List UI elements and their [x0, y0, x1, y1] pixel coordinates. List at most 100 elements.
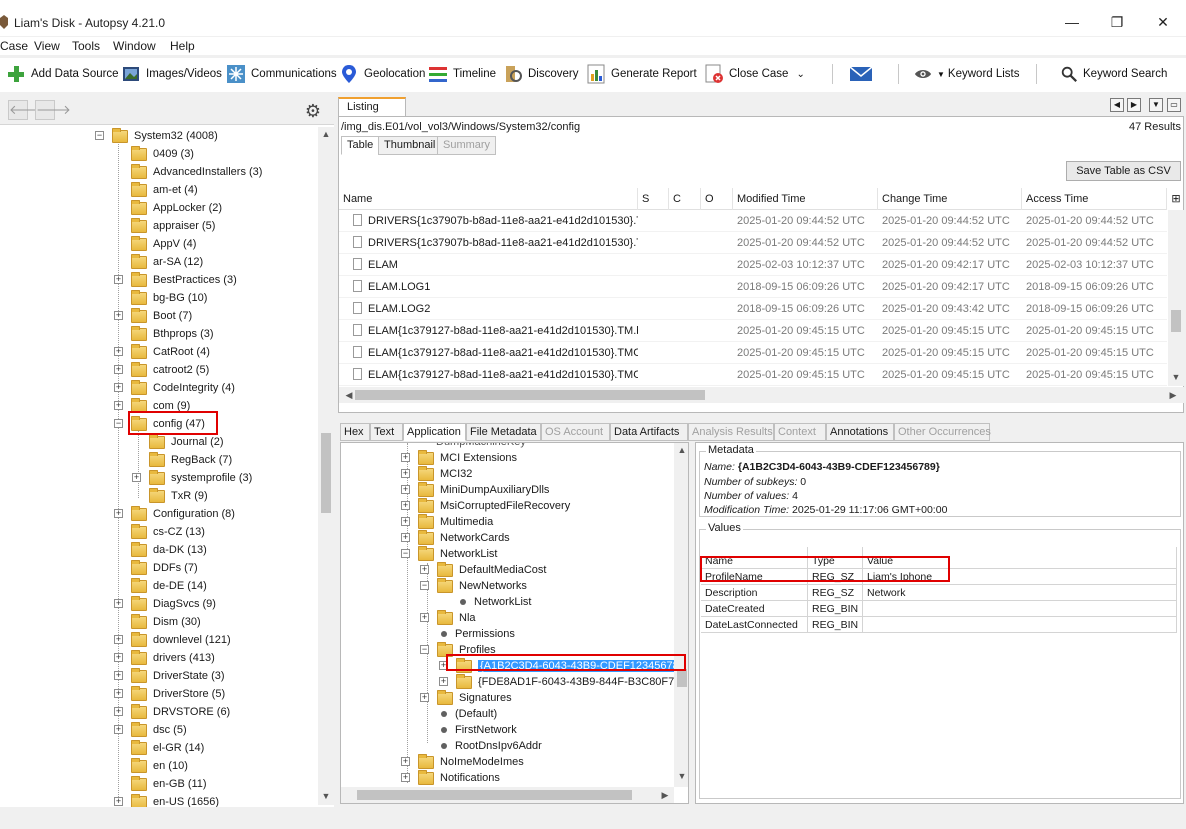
- tree-node[interactable]: + DriverStore (5): [114, 685, 225, 703]
- tree-node[interactable]: 0409 (3): [131, 145, 194, 163]
- registry-tree-scroll-thumb[interactable]: [677, 669, 687, 687]
- tree-node[interactable]: bg-BG (10): [131, 289, 207, 307]
- tab-thumbnail[interactable]: Thumbnail: [378, 136, 442, 155]
- keyword-search-button[interactable]: Keyword Search: [1060, 58, 1167, 90]
- value-name-cell[interactable]: DateLastConnected: [701, 617, 808, 633]
- menu-tools[interactable]: Tools: [72, 39, 100, 53]
- registry-key-node[interactable]: + MCI32: [401, 465, 472, 482]
- scroll-right-icon[interactable]: ▶: [657, 790, 673, 801]
- tree-node[interactable]: + BestPractices (3): [114, 271, 237, 289]
- expand-icon[interactable]: +: [401, 757, 410, 766]
- expand-icon[interactable]: +: [420, 693, 429, 702]
- expand-icon[interactable]: +: [401, 469, 410, 478]
- registry-key-node[interactable]: + MCI Extensions: [401, 449, 517, 466]
- add-data-source-button[interactable]: Add Data Source: [6, 58, 119, 90]
- table-row[interactable]: ELAM 2025-02-03 10:12:37 UTC 2025-01-20 09…: [339, 254, 1167, 276]
- expand-icon[interactable]: +: [114, 635, 123, 644]
- registry-key-node[interactable]: (Default): [437, 706, 497, 722]
- registry-tree-hscrollbar[interactable]: ▶: [341, 787, 674, 803]
- expand-icon[interactable]: +: [401, 773, 410, 782]
- expand-icon[interactable]: +: [420, 565, 429, 574]
- collapse-icon[interactable]: −: [420, 645, 429, 654]
- expand-icon[interactable]: +: [114, 347, 123, 356]
- collapse-icon[interactable]: −: [401, 549, 410, 558]
- expand-icon[interactable]: +: [401, 517, 410, 526]
- tree-node[interactable]: + catroot2 (5): [114, 361, 209, 379]
- tree-node[interactable]: cs-CZ (13): [131, 523, 205, 541]
- tree-node[interactable]: da-DK (13): [131, 541, 207, 559]
- tree-node[interactable]: RegBack (7): [149, 451, 232, 469]
- menu-view[interactable]: View: [34, 39, 60, 53]
- tree-node[interactable]: AppLocker (2): [131, 199, 222, 217]
- tree-node[interactable]: + DiagSvcs (9): [114, 595, 216, 613]
- tree-node[interactable]: + drivers (413): [114, 649, 215, 667]
- column-o[interactable]: O: [701, 188, 733, 210]
- collapse-icon[interactable]: −: [95, 131, 104, 140]
- table-row[interactable]: ELAM{1c379127-b8ad-11e8-aa21-e41d2d10153…: [339, 342, 1167, 364]
- tree-node[interactable]: de-DE (14): [131, 577, 207, 595]
- value-data-cell[interactable]: [863, 601, 1177, 617]
- expand-icon[interactable]: +: [401, 485, 410, 494]
- registry-key-node[interactable]: + NetworkCards: [401, 529, 510, 546]
- mail-button[interactable]: [849, 58, 878, 90]
- listing-vscrollbar[interactable]: ▼: [1168, 210, 1184, 386]
- collapse-icon[interactable]: −: [420, 581, 429, 590]
- scroll-down-icon[interactable]: ▼: [318, 791, 334, 801]
- value-name-cell[interactable]: DateCreated: [701, 601, 808, 617]
- expand-icon[interactable]: +: [401, 453, 410, 462]
- tree-node[interactable]: Journal (2): [149, 433, 224, 451]
- tree-node[interactable]: + Configuration (8): [114, 505, 235, 523]
- registry-key-node[interactable]: RootDnsIpv6Addr: [437, 738, 542, 754]
- tree-node[interactable]: el-GR (14): [131, 739, 204, 757]
- close-case-button[interactable]: Close Case ⌄: [704, 58, 805, 90]
- tree-node[interactable]: + downlevel (121): [114, 631, 231, 649]
- registry-key-node[interactable]: + MiniDumpAuxiliaryDlls: [401, 481, 549, 498]
- tree-node[interactable]: Bthprops (3): [131, 325, 214, 343]
- expand-icon[interactable]: +: [401, 533, 410, 542]
- table-row[interactable]: ELAM{1c379127-b8ad-11e8-aa21-e41d2d10153…: [339, 320, 1167, 342]
- value-data-cell[interactable]: [863, 617, 1177, 633]
- expand-icon[interactable]: +: [114, 383, 123, 392]
- maximize-button[interactable]: ❐: [1107, 14, 1127, 31]
- tree-node[interactable]: DDFs (7): [131, 559, 198, 577]
- registry-key-node[interactable]: + Signatures: [420, 689, 512, 706]
- collapse-icon[interactable]: −: [114, 419, 123, 428]
- column-c[interactable]: C: [669, 188, 701, 210]
- generate-report-button[interactable]: Generate Report: [586, 58, 697, 90]
- forward-button[interactable]: 🡒: [35, 100, 71, 120]
- scroll-down-icon[interactable]: ▼: [1168, 372, 1184, 382]
- restore-panel-button[interactable]: ▭: [1167, 98, 1181, 112]
- tree-node[interactable]: + en-US (1656): [114, 793, 219, 807]
- registry-key-node[interactable]: + MsiCorruptedFileRecovery: [401, 497, 570, 514]
- expand-icon[interactable]: +: [114, 599, 123, 608]
- tab-prev-button[interactable]: ◀: [1110, 98, 1124, 112]
- tab-hex[interactable]: Hex: [340, 423, 370, 441]
- expand-icon[interactable]: +: [114, 365, 123, 374]
- tree-node[interactable]: − System32 (4008): [95, 127, 218, 145]
- tree-node[interactable]: AdvancedInstallers (3): [131, 163, 262, 181]
- tree-node[interactable]: en (10): [131, 757, 188, 775]
- expand-icon[interactable]: +: [114, 653, 123, 662]
- column-access-time[interactable]: Access Time: [1022, 188, 1167, 210]
- minimize-button[interactable]: —: [1062, 14, 1082, 30]
- menu-window[interactable]: Window: [113, 39, 156, 53]
- table-row[interactable]: DRIVERS{1c37907b-b8ad-11e8-aa21-e41d2d10…: [339, 210, 1167, 232]
- column-chooser-icon[interactable]: ⊞: [1169, 188, 1183, 210]
- scroll-right-icon[interactable]: ▶: [1165, 390, 1181, 401]
- geolocation-button[interactable]: Geolocation: [339, 58, 425, 90]
- keyword-lists-button[interactable]: ▼ Keyword Lists: [914, 58, 1020, 90]
- tree-node[interactable]: + CodeIntegrity (4): [114, 379, 235, 397]
- tree-node[interactable]: + Boot (7): [114, 307, 192, 325]
- expand-icon[interactable]: +: [114, 707, 123, 716]
- table-row[interactable]: ELAM{1c379127-b8ad-11e8-aa21-e41d2d10153…: [339, 364, 1167, 386]
- tab-application[interactable]: Application: [403, 423, 466, 441]
- registry-tree-scrollbar[interactable]: ▲ ▼: [674, 443, 688, 787]
- listing-hscroll-thumb[interactable]: [355, 390, 705, 400]
- tree-node[interactable]: Dism (30): [131, 613, 201, 631]
- expand-icon[interactable]: +: [132, 473, 141, 482]
- registry-key-node[interactable]: + Multimedia: [401, 513, 493, 530]
- close-window-button[interactable]: ✕: [1153, 14, 1173, 31]
- expand-icon[interactable]: +: [401, 501, 410, 510]
- registry-key-node[interactable]: − NewNetworks: [420, 577, 527, 594]
- registry-key-node[interactable]: + Notifications: [401, 769, 500, 786]
